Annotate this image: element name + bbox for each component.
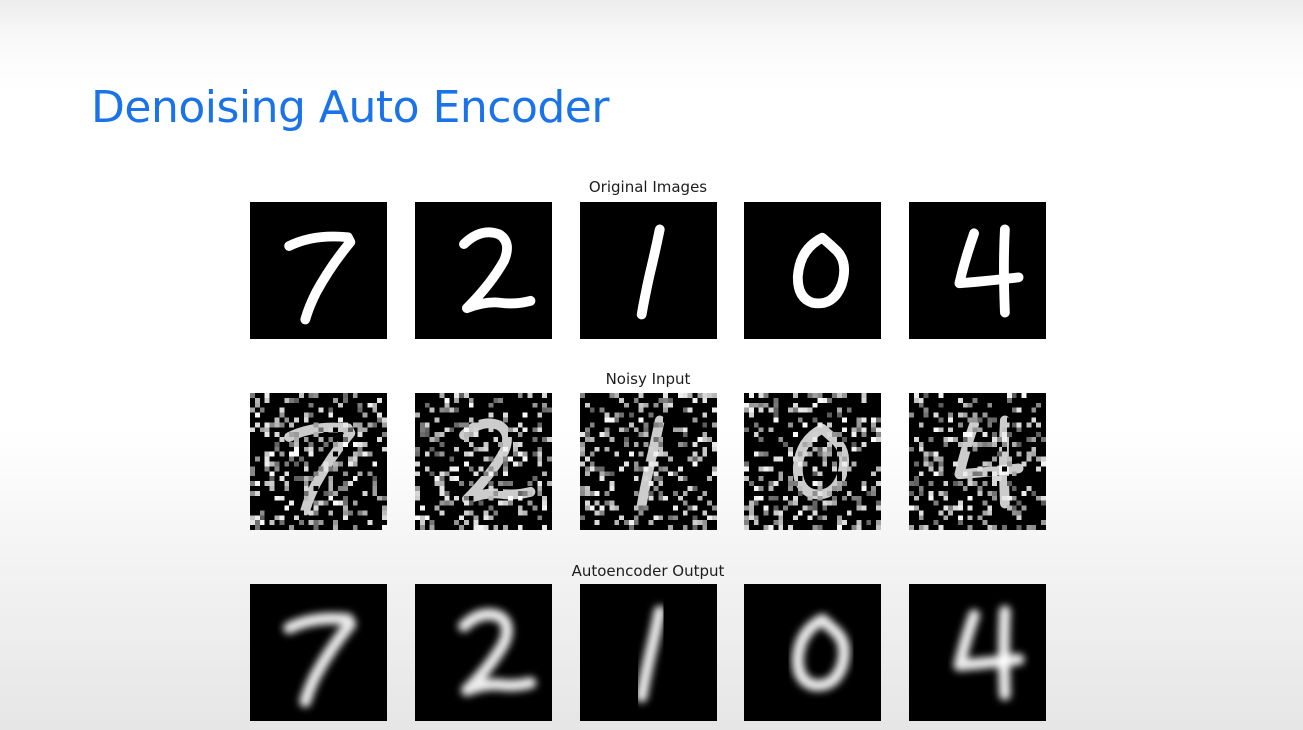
original-image-tile [909,202,1046,339]
digit-2-graphic [415,584,552,721]
digit-1-graphic [580,584,717,721]
autoencoder-output-tile [580,584,717,721]
autoencoder-output-tile [909,584,1046,721]
noisy-input-tile [909,393,1046,530]
noisy-input-tile [250,393,387,530]
digit-4-graphic [909,393,1046,530]
digit-4-graphic [909,584,1046,721]
original-image-tile [744,202,881,339]
digit-2-graphic [415,393,552,530]
digit-4-graphic [909,202,1046,339]
row-label-output: Autoencoder Output [571,562,725,580]
noisy-input-tile [415,393,552,530]
digit-0-graphic [744,202,881,339]
noisy-input-tile [580,393,717,530]
original-image-tile [415,202,552,339]
original-image-tile [580,202,717,339]
digit-1-graphic [580,393,717,530]
noisy-input-tile [744,393,881,530]
digit-7-graphic [250,584,387,721]
row-label-original: Original Images [588,178,708,196]
original-image-tile [250,202,387,339]
digit-0-graphic [744,393,881,530]
autoencoder-output-tile [250,584,387,721]
digit-0-graphic [744,584,881,721]
mnist-figure: Original Images Noisy Input Autoencoder … [250,0,1046,730]
autoencoder-output-tile [744,584,881,721]
autoencoder-output-tile [415,584,552,721]
digit-7-graphic [250,202,387,339]
digit-7-graphic [250,393,387,530]
digit-1-graphic [580,202,717,339]
row-label-noisy: Noisy Input [605,370,691,388]
digit-2-graphic [415,202,552,339]
